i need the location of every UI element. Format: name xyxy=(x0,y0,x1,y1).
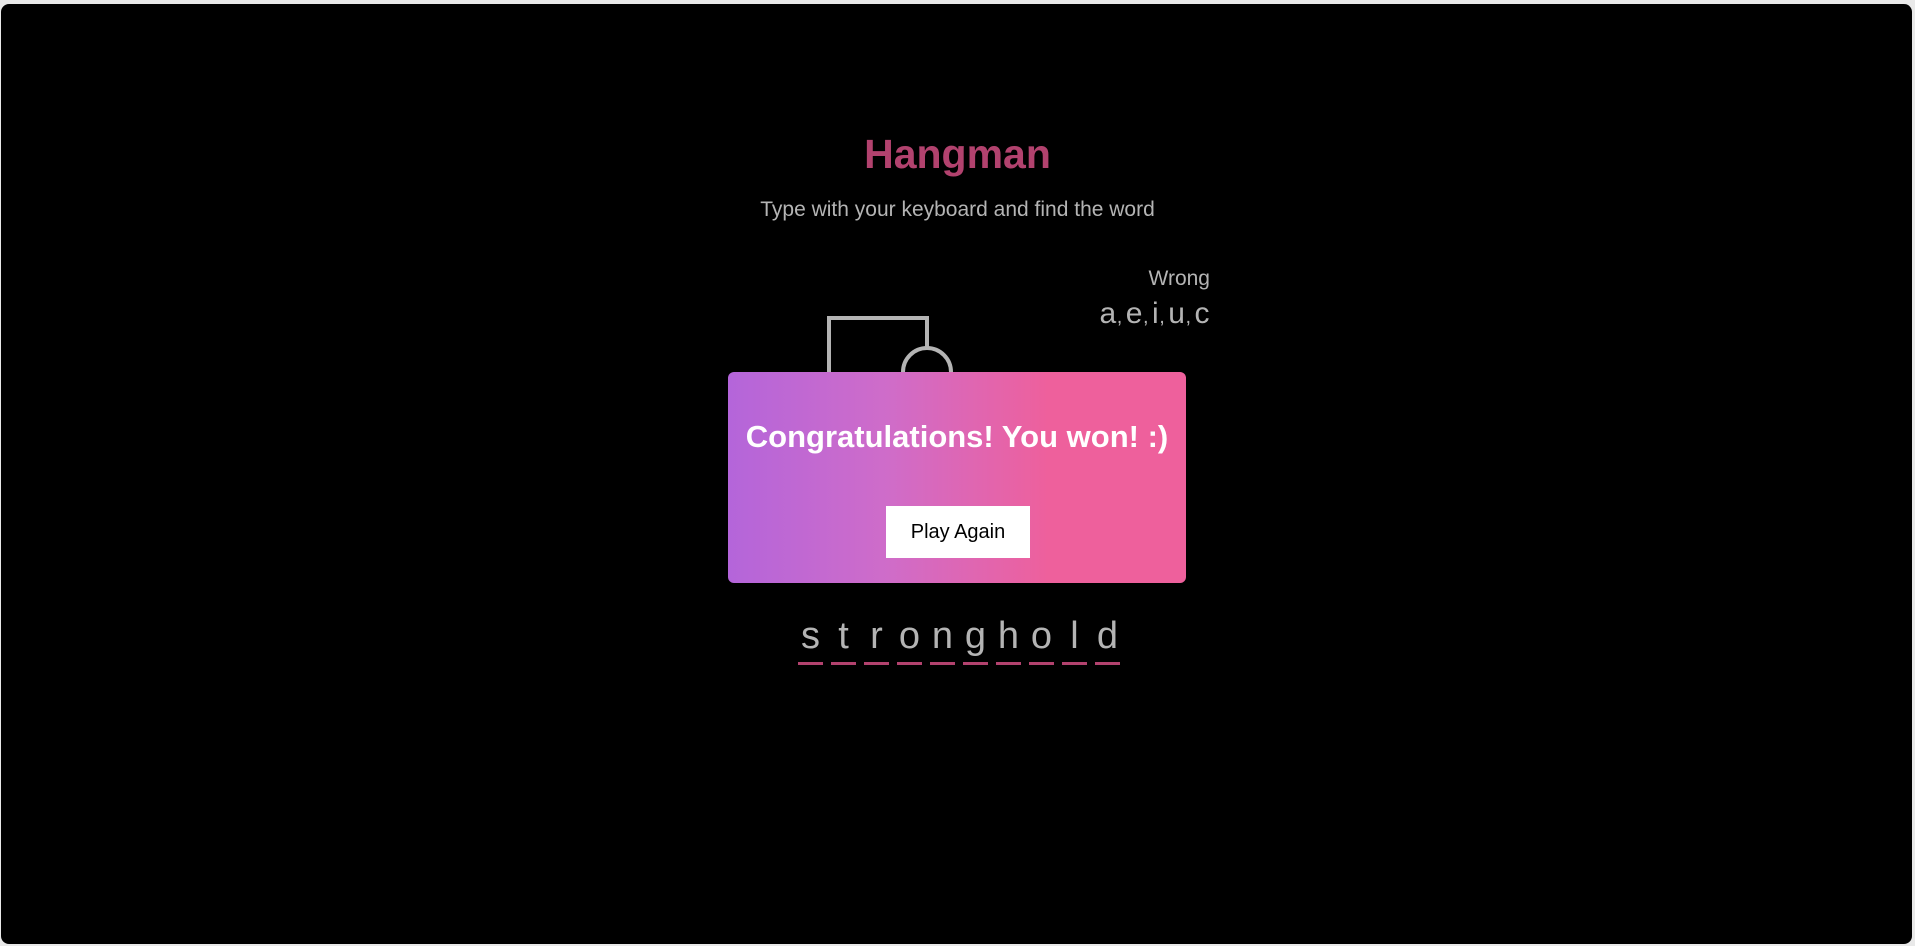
word-letter: o xyxy=(1029,616,1054,665)
wrong-letter-separator: , xyxy=(1142,306,1150,328)
wrong-letter: e xyxy=(1125,297,1143,330)
win-message: Congratulations! You won! :) xyxy=(745,419,1169,454)
wrong-label: Wrong xyxy=(1148,267,1210,290)
word-letter: l xyxy=(1062,616,1087,665)
word-letter: s xyxy=(798,616,823,665)
word-letter: r xyxy=(864,616,889,665)
win-popup: Congratulations! You won! :) Play Again xyxy=(728,372,1186,583)
wrong-letter-separator: , xyxy=(1185,306,1192,328)
word-letter: h xyxy=(996,616,1021,665)
instructions-text: Type with your keyboard and find the wor… xyxy=(760,198,1155,221)
word-display: stronghold xyxy=(798,616,1128,665)
word-letter: d xyxy=(1095,616,1120,665)
wrong-letters-panel: Wrong a, e, i, u, c xyxy=(1100,266,1210,335)
word-letter: g xyxy=(963,616,988,665)
wrong-letter-separator: , xyxy=(1116,306,1123,328)
game-container: Hangman Type with your keyboard and find… xyxy=(1,4,1912,944)
word-letter: t xyxy=(831,616,856,665)
wrong-letter-separator: , xyxy=(1159,306,1166,328)
wrong-letter: c xyxy=(1194,297,1210,330)
wrong-letter: a xyxy=(1099,297,1117,330)
wrong-letter: u xyxy=(1168,297,1186,330)
word-letter: n xyxy=(930,616,955,665)
page-title: Hangman xyxy=(864,131,1051,177)
wrong-letters-list: a, e, i, u, c xyxy=(1100,296,1210,335)
word-letter: o xyxy=(897,616,922,665)
play-again-button[interactable]: Play Again xyxy=(886,506,1030,558)
